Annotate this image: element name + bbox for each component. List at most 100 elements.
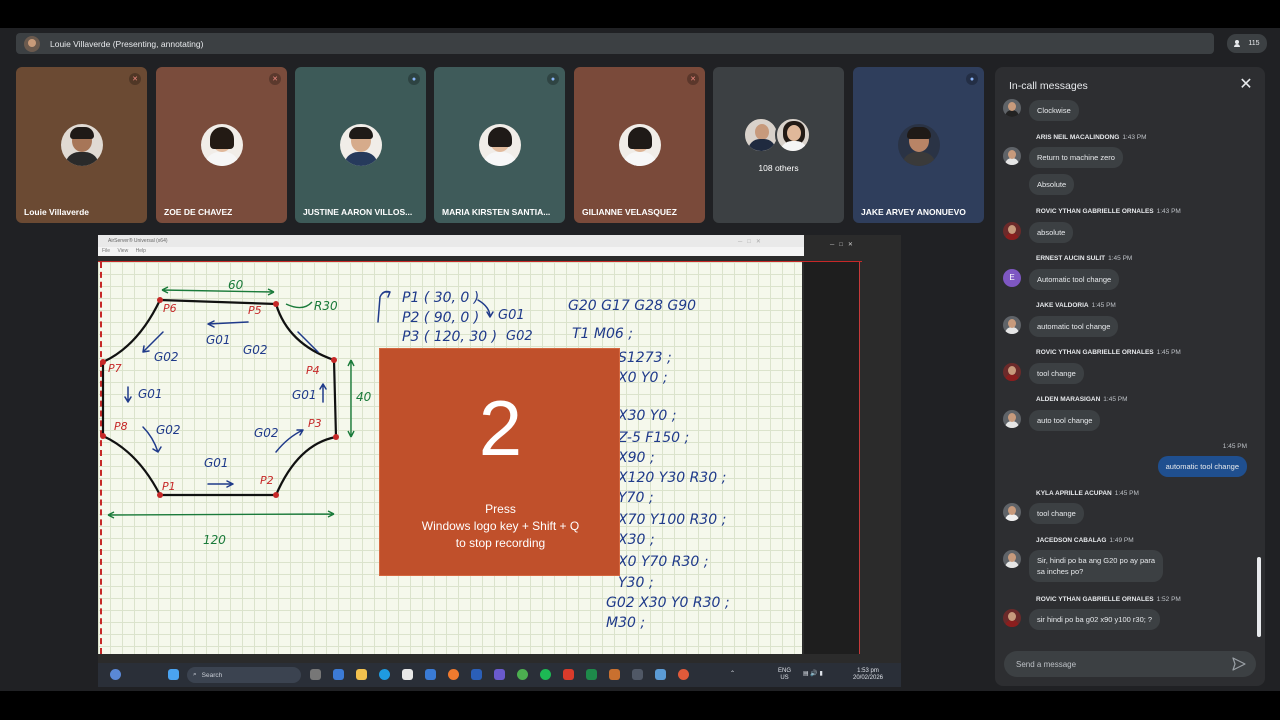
close-icon[interactable]: ✕: [1238, 77, 1254, 93]
windows-taskbar: ⌕ Search ⌃ ENG US ▤ 🔊 ▮ 1:53 pm 20/02/2026: [98, 663, 901, 687]
svg-text:G01: G01: [292, 388, 317, 402]
avatar: [1003, 550, 1021, 568]
participant-tile[interactable]: ● JUSTINE AARON VILLOS...: [295, 67, 426, 223]
message-bubble: Sir, hindi po ba ang G20 po ay para sa i…: [1029, 550, 1164, 582]
whiteboard-note: X0 Y70 R30 ;: [617, 554, 708, 570]
whiteboard-note: P2 ( 90, 0 ): [402, 310, 479, 326]
participant-avatar: [743, 117, 779, 153]
others-tile[interactable]: 108 others: [713, 67, 844, 223]
avatar: [1003, 316, 1021, 334]
avatar: [1003, 503, 1021, 521]
language-indicator[interactable]: ENG US: [778, 668, 791, 682]
recording-countdown-overlay: 2 Press Windows logo key + Shift + Q to …: [379, 348, 620, 576]
svg-text:P3: P3: [308, 417, 322, 430]
svg-text:G02: G02: [154, 350, 179, 364]
avatar: [1003, 222, 1021, 240]
powerpoint-icon[interactable]: [609, 669, 620, 680]
participant-tile[interactable]: ✕ ZOE DE CHAVEZ: [156, 67, 287, 223]
participant-tile[interactable]: ✕ Louie Villaverde: [16, 67, 147, 223]
taskbar-search[interactable]: ⌕ Search: [187, 667, 301, 683]
participant-tile[interactable]: ● JAKE ARVEY ANONUEVO: [853, 67, 984, 223]
participant-avatar: [340, 124, 382, 166]
store-icon[interactable]: [402, 669, 413, 680]
sender-name: KYLA APRILLE ACUPAN: [1036, 490, 1112, 497]
menu-file[interactable]: File: [102, 248, 110, 254]
word-icon[interactable]: [471, 669, 482, 680]
message-bubble: absolute: [1029, 222, 1074, 243]
message-sender: ALDEN MARASIGAN 1:45 PM: [1036, 396, 1128, 403]
participant-avatar: [479, 124, 521, 166]
message-time: 1:45 PM: [1156, 349, 1181, 356]
chrome-icon[interactable]: [517, 669, 528, 680]
language-code: ENG: [778, 668, 792, 674]
sender-name: ROVIC YTHAN GABRIELLE ORNALES: [1036, 596, 1154, 603]
photos-icon[interactable]: [655, 669, 666, 680]
mic-off-icon: ✕: [129, 73, 141, 85]
shared-window-menubar: File View Help: [98, 247, 804, 256]
clock[interactable]: 1:53 pm 20/02/2026: [846, 668, 890, 682]
message-time: 1:45 PM: [1108, 255, 1133, 262]
menu-help[interactable]: Help: [136, 248, 146, 254]
firefox-icon[interactable]: [448, 669, 459, 680]
meeting-stage: Louie Villaverde (Presenting, annotating…: [0, 0, 1280, 720]
mic-on-icon: ●: [547, 73, 559, 85]
excel-icon[interactable]: [586, 669, 597, 680]
chat-title: In-call messages: [1009, 80, 1088, 92]
svg-text:P1: P1: [162, 480, 176, 493]
chat-scrollbar[interactable]: [1257, 557, 1261, 637]
copilot-icon[interactable]: [333, 669, 344, 680]
message-time: 1:52 PM: [1156, 596, 1181, 603]
message-time: 1:45 PM: [1114, 490, 1139, 497]
send-message-input[interactable]: [1016, 651, 1216, 677]
whiteboard-note: P1 ( 30, 0 ): [402, 290, 479, 306]
send-icon[interactable]: [1232, 657, 1246, 671]
participant-tile[interactable]: ✕ GILIANNE VELASQUEZ: [574, 67, 705, 223]
shared-screen: AirServer® Universal (x64) ─ □ ✕ File Vi…: [98, 235, 901, 687]
recorder-icon[interactable]: [678, 669, 689, 680]
weather-icon[interactable]: [110, 669, 121, 680]
participant-avatar: [201, 124, 243, 166]
sender-name: JACEDSON CABALAG: [1036, 537, 1107, 544]
teams-icon[interactable]: [494, 669, 505, 680]
message-bubble: Clockwise: [1029, 100, 1079, 121]
whiteboard-note: S1273 ;: [618, 350, 672, 366]
message-list: Clockwise ARIS NEIL MACALINDONG 1:43 PM R…: [995, 97, 1257, 647]
whiteboard-note: T1 M06 ;: [572, 326, 633, 342]
whiteboard-note: P3 ( 120, 30 ): [402, 329, 497, 345]
chevron-up-icon[interactable]: ⌃: [730, 671, 735, 678]
own-message-bubble: automatic tool change: [1157, 456, 1247, 477]
whiteboard-note: X120 Y30 R30 ;: [617, 470, 726, 486]
participant-name: MARIA KIRSTEN SANTIA...: [442, 207, 551, 217]
message-bubble: Automatic tool change: [1029, 269, 1120, 290]
participant-tile[interactable]: ● MARIA KIRSTEN SANTIA...: [434, 67, 565, 223]
edge-icon[interactable]: [379, 669, 390, 680]
participant-name: JUSTINE AARON VILLOS...: [303, 207, 413, 217]
whiteboard-note: G02 X30 Y0 R30 ;: [606, 595, 730, 611]
mail-icon[interactable]: [425, 669, 436, 680]
sender-name: ROVIC YTHAN GABRIELLE ORNALES: [1036, 349, 1154, 356]
others-count-label: 108 others: [758, 163, 799, 173]
presenter-label: Louie Villaverde (Presenting, annotating…: [50, 38, 204, 49]
file-explorer-icon[interactable]: [356, 669, 367, 680]
task-view-icon[interactable]: [310, 669, 321, 680]
taskbar-search-placeholder: Search: [201, 671, 223, 679]
dark-side-pane: [804, 262, 860, 654]
svg-text:G01: G01: [498, 308, 525, 323]
participant-avatar: [898, 124, 940, 166]
message-bubble: tool change: [1029, 503, 1084, 524]
start-icon[interactable]: [168, 669, 179, 680]
system-tray-icons[interactable]: ▤ 🔊 ▮: [803, 671, 823, 678]
app-icon[interactable]: [632, 669, 643, 680]
message-time: 1:49 PM: [1109, 537, 1134, 544]
menu-view[interactable]: View: [117, 248, 128, 254]
mic-off-icon: ✕: [687, 73, 699, 85]
svg-text:G02: G02: [243, 343, 268, 357]
message-sender: ROVIC YTHAN GABRIELLE ORNALES 1:43 PM: [1036, 208, 1181, 215]
people-count: 115: [1248, 40, 1260, 47]
svg-text:P4: P4: [306, 364, 320, 377]
spotify-icon[interactable]: [540, 669, 551, 680]
sender-name: ALDEN MARASIGAN: [1036, 396, 1101, 403]
people-count-button[interactable]: 115: [1227, 34, 1267, 53]
svg-text:120: 120: [203, 533, 226, 547]
pdf-icon[interactable]: [563, 669, 574, 680]
